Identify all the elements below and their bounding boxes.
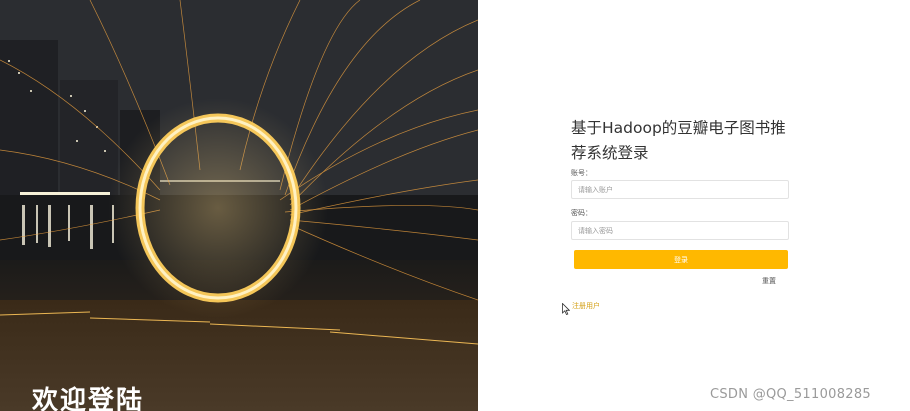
login-button[interactable]: 登录 bbox=[574, 250, 788, 269]
hero-image: 欢迎登陆 bbox=[0, 0, 478, 411]
mouse-pointer-icon bbox=[562, 303, 570, 315]
register-link[interactable]: 注册用户 bbox=[572, 301, 600, 311]
firework-ring-photo bbox=[0, 0, 478, 411]
password-input[interactable] bbox=[571, 221, 789, 240]
login-page: 欢迎登陆 基于Hadoop的豆瓣电子图书推荐系统登录 账号： 密码： 登录 重置… bbox=[0, 0, 910, 411]
account-input[interactable] bbox=[571, 180, 789, 199]
login-title: 基于Hadoop的豆瓣电子图书推荐系统登录 bbox=[571, 119, 786, 162]
hero-title: 欢迎登陆 bbox=[32, 386, 145, 411]
reset-link[interactable]: 重置 bbox=[762, 276, 776, 286]
watermark: CSDN @QQ_511008285 bbox=[710, 387, 871, 402]
login-panel: 基于Hadoop的豆瓣电子图书推荐系统登录 账号： 密码： 登录 重置 注册用户… bbox=[478, 0, 910, 411]
password-label: 密码： bbox=[571, 209, 592, 217]
account-label: 账号： bbox=[571, 169, 592, 177]
